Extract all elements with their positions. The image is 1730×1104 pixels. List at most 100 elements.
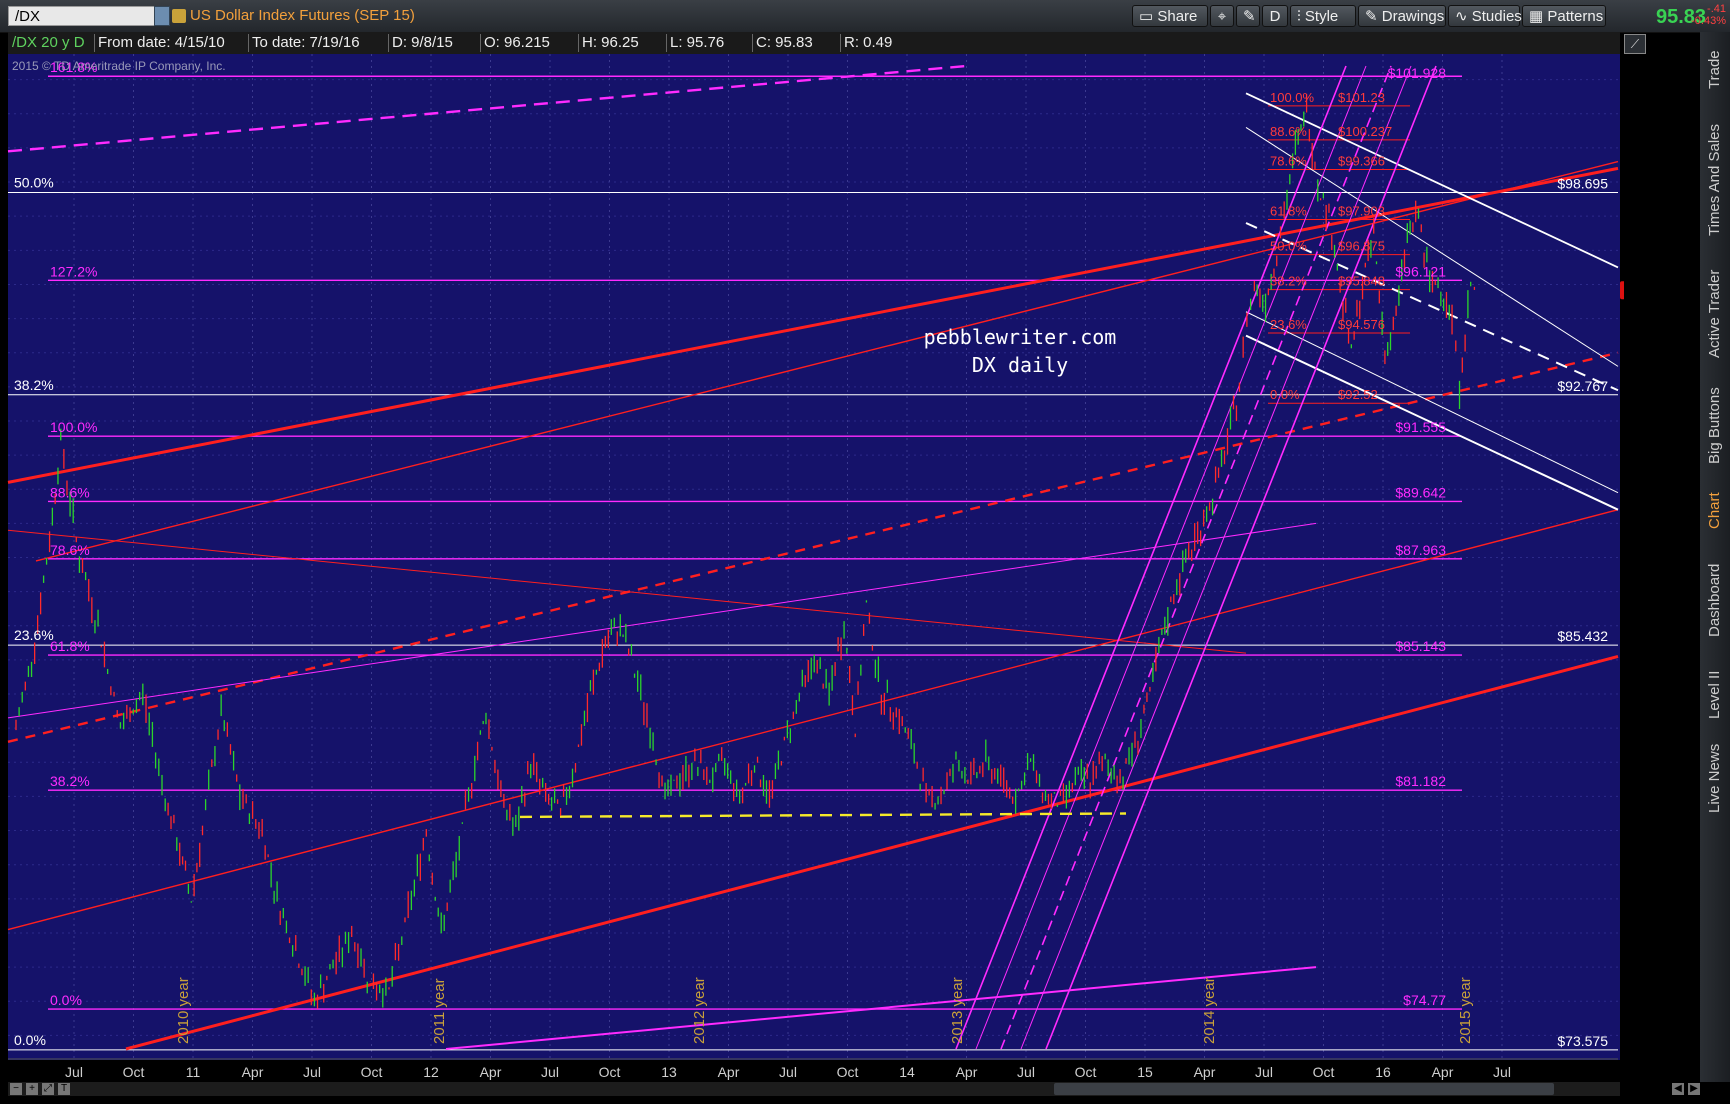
year-marker: 2015 year	[1457, 977, 1474, 1044]
red-fib-pct-label: 61.8%	[1270, 203, 1307, 218]
red-fib-pct-label: 88.6%	[1270, 124, 1307, 139]
year-marker: 2013 year	[949, 977, 966, 1044]
red-fib-price-label: $92.52	[1338, 387, 1378, 402]
red-fib-pct-label: 23.6%	[1270, 317, 1307, 332]
magenta-fib-left-label: 127.2%	[50, 263, 97, 279]
info-separator	[388, 34, 389, 52]
info-low: L: 95.76	[670, 34, 725, 51]
x-tick-label: Oct	[361, 1064, 383, 1080]
x-tick-label: Jul	[1255, 1064, 1273, 1080]
info-separator	[248, 34, 249, 52]
info-to-date: To date: 7/19/16	[252, 34, 360, 51]
info-high: H: 96.25	[582, 34, 639, 51]
zoom-fit-icon[interactable]: ⤢	[42, 1083, 54, 1095]
year-marker: 2011 year	[431, 978, 448, 1044]
magenta-fib-left-label: 61.8%	[50, 638, 90, 654]
red-fib-price-label: $95.848	[1338, 274, 1385, 289]
red-fib-pct-label: 38.2%	[1270, 274, 1307, 289]
settings-wrench-icon[interactable]: ✎	[1236, 5, 1260, 27]
red-fib-pct-label: 78.6%	[1270, 154, 1307, 169]
magenta-fib-left-label: 88.6%	[50, 484, 90, 500]
red-fib-price-label: $99.366	[1338, 154, 1385, 169]
red-fib-pct-label: 0.0%	[1270, 387, 1300, 402]
crosshair-icon[interactable]: ⌖	[1210, 5, 1234, 27]
x-tick-label: Apr	[1194, 1064, 1216, 1080]
info-from-date: From date: 4/15/10	[98, 34, 225, 51]
x-tick-label: Oct	[837, 1064, 859, 1080]
white-fib-left-label: 38.2%	[14, 377, 54, 393]
style-button[interactable]: ⫶ Style	[1290, 5, 1356, 27]
patterns-button[interactable]: ▦ Patterns	[1522, 5, 1606, 27]
magenta-fib-right-label: $87.963	[1395, 542, 1446, 558]
x-tick-label: 13	[661, 1064, 677, 1080]
magenta-fib-right-label: $85.143	[1395, 638, 1446, 654]
scroll-right-icon[interactable]: ▶	[1688, 1083, 1700, 1095]
d-button[interactable]: D	[1262, 5, 1288, 27]
annotation-site: pebblewriter.com	[924, 325, 1117, 349]
magenta-fib-right-label: $96.121	[1395, 263, 1446, 279]
drawings-button[interactable]: ✎ Drawings	[1358, 5, 1446, 27]
white-fib-right-label: $98.695	[1557, 175, 1608, 191]
red-fib-price-label: $100.237	[1338, 124, 1392, 139]
price-change: -.41 -0.43%	[1682, 3, 1726, 27]
studies-icon: ∿	[1455, 8, 1472, 25]
x-tick-label: Jul	[303, 1064, 321, 1080]
x-tick-label: 16	[1375, 1064, 1391, 1080]
scroll-left-icon[interactable]: ◀	[1672, 1083, 1684, 1095]
red-fib-pct-label: 50.0%	[1270, 239, 1307, 254]
symbol-input[interactable]: /DX	[8, 6, 164, 26]
side-tab-big-buttons[interactable]: Big Buttons	[1702, 378, 1728, 474]
price-chart[interactable]: 7475767778798081828384858687888990919293…	[6, 54, 1624, 1082]
x-tick-label: Jul	[1493, 1064, 1511, 1080]
x-tick-label: Apr	[242, 1064, 264, 1080]
white-fib-left-label: 0.0%	[14, 1032, 46, 1048]
share-button[interactable]: ▭ Share	[1132, 5, 1208, 27]
info-separator	[480, 34, 481, 52]
x-tick-label: Apr	[480, 1064, 502, 1080]
scrollbar-thumb[interactable]	[1054, 1083, 1554, 1095]
magenta-fib-right-label: $91.555	[1395, 419, 1446, 435]
side-tab-trade[interactable]: Trade	[1702, 40, 1728, 100]
text-tool-icon[interactable]: T	[58, 1083, 70, 1095]
info-close: C: 95.83	[756, 34, 813, 51]
magenta-fib-left-label: 38.2%	[50, 773, 90, 789]
side-tab-chart[interactable]: Chart	[1702, 484, 1728, 538]
patterns-icon: ▦	[1529, 8, 1548, 25]
studies-button[interactable]: ∿ Studies	[1448, 5, 1522, 27]
x-tick-label: 12	[423, 1064, 439, 1080]
x-tick-label: Jul	[779, 1064, 797, 1080]
x-tick-label: Apr	[1432, 1064, 1454, 1080]
red-fib-price-label: $96.875	[1338, 239, 1385, 254]
current-price-tag	[1620, 281, 1624, 300]
info-d: D: 9/8/15	[392, 34, 453, 51]
share-icon: ▭	[1139, 8, 1158, 25]
style-icon: ⫶	[1297, 8, 1305, 25]
x-tick-label: Jul	[1017, 1064, 1035, 1080]
info-separator	[840, 34, 841, 52]
magenta-fib-left-label: 0.0%	[50, 992, 82, 1008]
magenta-fib-right-label: $74.77	[1403, 992, 1446, 1008]
change-value: -.41	[1707, 3, 1726, 15]
zoom-in-icon[interactable]: +	[26, 1083, 38, 1095]
x-tick-label: Oct	[1313, 1064, 1335, 1080]
side-tab-active-trader[interactable]: Active Trader	[1702, 260, 1728, 368]
zoom-out-icon[interactable]: −	[10, 1083, 22, 1095]
info-separator	[666, 34, 667, 52]
pencil-icon: ✎	[1365, 8, 1382, 25]
magenta-fib-left-label: 100.0%	[50, 419, 97, 435]
drawing-tools-icon[interactable]: ⟋	[1624, 34, 1646, 54]
side-tab-dashboard[interactable]: Dashboard	[1702, 552, 1728, 648]
x-tick-label: Oct	[123, 1064, 145, 1080]
side-tab-times-and-sales[interactable]: Times And Sales	[1702, 110, 1728, 250]
side-tab-live-news[interactable]: Live News	[1702, 738, 1728, 818]
info-separator	[94, 34, 95, 52]
year-marker: 2012 year	[691, 977, 708, 1044]
magenta-fib-right-label: $89.642	[1395, 484, 1446, 500]
side-tab-level-ii[interactable]: Level II	[1702, 660, 1728, 730]
symbol-dropdown-button[interactable]	[154, 6, 170, 26]
x-tick-label: 14	[899, 1064, 915, 1080]
x-tick-label: Apr	[956, 1064, 978, 1080]
red-fib-pct-label: 100.0%	[1270, 90, 1315, 105]
info-symbol-period[interactable]: /DX 20 y D	[12, 33, 85, 53]
magenta-fib-right-label: $81.182	[1395, 773, 1446, 789]
